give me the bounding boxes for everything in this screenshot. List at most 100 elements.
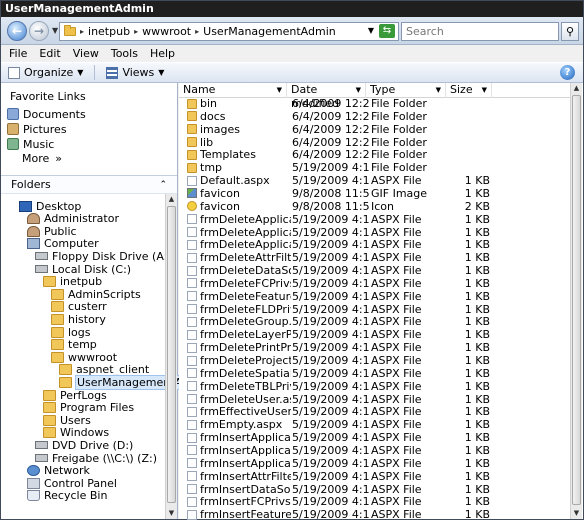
breadcrumb-inetpub[interactable]: inetpub: [88, 25, 130, 38]
file-row[interactable]: frmInsertDataSourc...5/19/2009 4:10 PMAS…: [179, 483, 570, 496]
chevron-right-icon[interactable]: ▸: [134, 27, 138, 36]
file-row[interactable]: frmEmpty.aspx 5/19/2009 4:10 PMASPX File 1…: [179, 418, 570, 431]
file-name: frmDeleteApplication...: [200, 238, 291, 252]
file-row[interactable]: frmDeleteAttrFilter.a...5/19/2009 4:10 P…: [179, 251, 570, 264]
file-row[interactable]: images 6/4/2009 12:28 AMFile Folder: [179, 123, 570, 136]
file-type: ASPX File: [371, 251, 422, 265]
favorite-documents[interactable]: Documents: [7, 107, 86, 121]
scroll-down-icon[interactable]: ▼: [572, 508, 581, 519]
column-size[interactable]: Size ▼: [446, 83, 492, 98]
file-row[interactable]: frmEffectiveUserRig...5/19/2009 4:10 PMA…: [179, 405, 570, 418]
file-row[interactable]: frmDeleteFCPrivs.aspx5/19/2009 4:10 PMAS…: [179, 277, 570, 290]
tree-item-label: Windows: [60, 426, 110, 440]
refresh-icon[interactable]: ⇆: [379, 24, 395, 38]
file-list-scrollbar[interactable]: ▲ ▼: [570, 83, 582, 519]
file-name-cell: lib: [187, 136, 291, 149]
address-bar[interactable]: ▸ inetpub ▸ wwwroot ▸ UserManagementAdmi…: [59, 22, 399, 41]
file-row[interactable]: frmDeleteLayerPrivs...5/19/2009 4:10 PMA…: [179, 328, 570, 341]
menu-view[interactable]: View: [67, 45, 105, 62]
file-name-cell: frmInsertApplication...: [187, 431, 291, 444]
file-row[interactable]: frmDeleteApplication...5/19/2009 4:10 PM…: [179, 213, 570, 226]
file-name-cell: frmDeleteDataSourc...: [187, 264, 291, 277]
file-row[interactable]: frmDeleteFeatureCla...5/19/2009 4:10 PMA…: [179, 290, 570, 303]
file-name-cell: frmInsertApplication...: [187, 444, 291, 457]
file-row[interactable]: frmDeleteGroup.aspx5/19/2009 4:10 PMASPX…: [179, 315, 570, 328]
file-row[interactable]: Templates 6/4/2009 12:28 AMFile Folder: [179, 148, 570, 161]
file-row[interactable]: frmInsertFCPrivs.aspx5/19/2009 4:10 PMAS…: [179, 495, 570, 508]
file-row[interactable]: frmDeleteFLDPrivs.a...5/19/2009 4:10 PMA…: [179, 303, 570, 316]
scroll-down-icon[interactable]: ▼: [167, 508, 176, 519]
help-icon[interactable]: ?: [560, 65, 575, 80]
file-row[interactable]: favicon 9/8/2008 11:55 AMGIF Image 1 KB: [179, 187, 570, 200]
organize-button[interactable]: Organize ▼: [1, 63, 90, 82]
file-row[interactable]: docs 6/4/2009 12:28 AMFile Folder: [179, 110, 570, 123]
search-icon[interactable]: ⚲: [561, 22, 579, 41]
chevron-down-icon[interactable]: ▼: [436, 83, 441, 97]
recent-pages-dropdown[interactable]: ▼: [52, 26, 58, 35]
tree-item-label: Computer: [44, 237, 99, 251]
more-links-button[interactable]: More »: [22, 152, 62, 165]
chevron-down-icon[interactable]: ▼: [356, 83, 361, 97]
file-row[interactable]: frmInsertApplication...5/19/2009 4:10 PM…: [179, 444, 570, 457]
tree-item-label: history: [68, 312, 106, 326]
tree-item[interactable]: Recycle Bin: [27, 489, 107, 503]
favorite-pictures[interactable]: Pictures: [7, 122, 67, 136]
address-row: ← → ▼ ▸ inetpub ▸ wwwroot ▸ UserManageme…: [1, 17, 583, 45]
forward-button[interactable]: →: [29, 21, 49, 41]
scroll-up-icon[interactable]: ▲: [572, 83, 581, 94]
file-row[interactable]: frmDeleteApplication...5/19/2009 4:10 PM…: [179, 226, 570, 239]
file-row[interactable]: frmDeletePrintProfile...5/19/2009 4:10 P…: [179, 341, 570, 354]
file-row[interactable]: frmDeleteUser.aspx5/19/2009 4:10 PMASPX …: [179, 393, 570, 406]
chevron-right-icon[interactable]: ▸: [195, 27, 199, 36]
file-size: 1 KB: [464, 174, 490, 188]
file-name: frmDeleteDataSourc...: [200, 264, 291, 278]
file-type: ASPX File: [371, 405, 422, 419]
file-name: frmDeleteFLDPrivs.a...: [200, 302, 291, 316]
file-type: File Folder: [371, 161, 427, 175]
chevron-down-icon[interactable]: ▼: [277, 83, 282, 97]
column-date-modified[interactable]: Date modified ▼: [287, 83, 366, 110]
file-row[interactable]: frmDeleteDataSourc...5/19/2009 4:10 PMAS…: [179, 264, 570, 277]
file-date: 6/4/2009 12:28 AM: [292, 122, 370, 136]
file-date: 5/19/2009 4:10 PM: [292, 508, 370, 520]
file-row[interactable]: bin 6/4/2009 12:28 AMFile Folder: [179, 97, 570, 110]
menu-edit[interactable]: Edit: [33, 45, 66, 62]
folders-header[interactable]: Folders ⌃: [1, 175, 177, 194]
chevron-up-icon[interactable]: ⌃: [159, 176, 167, 194]
file-row[interactable]: frmDeleteTBLPrivs.a...5/19/2009 4:10 PMA…: [179, 380, 570, 393]
file-row[interactable]: frmInsertApplication...5/19/2009 4:10 PM…: [179, 431, 570, 444]
folder-icon: [51, 313, 64, 325]
file-row[interactable]: tmp 5/19/2009 4:11 PMFile Folder: [179, 161, 570, 174]
file-row[interactable]: frmDeleteSpatialFilte...5/19/2009 4:10 P…: [179, 367, 570, 380]
file-row[interactable]: Default.aspx 5/19/2009 4:10 PMASPX File 1 …: [179, 174, 570, 187]
menu-tools[interactable]: Tools: [105, 45, 144, 62]
menu-file[interactable]: File: [3, 45, 33, 62]
file-row[interactable]: frmInsertApplication...5/19/2009 4:10 PM…: [179, 457, 570, 470]
file-row[interactable]: frmDeleteApplication...5/19/2009 4:10 PM…: [179, 238, 570, 251]
file-name: frmDeleteFCPrivs.aspx: [200, 276, 291, 290]
column-name[interactable]: Name ▼: [179, 83, 287, 98]
favorite-music[interactable]: Music: [7, 137, 54, 151]
scroll-up-icon[interactable]: ▲: [167, 194, 176, 205]
file-name: frmDeleteGroup.aspx: [200, 315, 291, 329]
search-input[interactable]: Search: [401, 22, 559, 41]
chevron-down-icon[interactable]: ▼: [368, 26, 374, 35]
views-button[interactable]: Views ▼: [99, 63, 171, 82]
file-row[interactable]: frmInsertAttrFilter.a...5/19/2009 4:10 P…: [179, 470, 570, 483]
chevron-down-icon[interactable]: ▼: [482, 83, 487, 97]
file-name-cell: frmDeleteUser.aspx: [187, 393, 291, 406]
chevron-right-icon[interactable]: ▸: [80, 27, 84, 36]
breadcrumb-usermanagementadmin[interactable]: UserManagementAdmin: [203, 25, 336, 38]
file-row[interactable]: frmInsertFeatureCla...5/19/2009 4:10 PMA…: [179, 508, 570, 520]
file-row[interactable]: favicon 9/8/2008 11:55 AMIcon 2 KB: [179, 200, 570, 213]
file-row[interactable]: lib 6/4/2009 12:28 AMFile Folder: [179, 136, 570, 149]
scroll-thumb[interactable]: [167, 206, 176, 503]
folder-tree-scrollbar[interactable]: ▲ ▼: [165, 194, 177, 519]
breadcrumb-wwwroot[interactable]: wwwroot: [142, 25, 191, 38]
menu-help[interactable]: Help: [144, 45, 181, 62]
file-name: frmDeleteAttrFilter.a...: [200, 251, 291, 265]
back-button[interactable]: ←: [7, 21, 27, 41]
scroll-thumb[interactable]: [572, 95, 581, 505]
file-row[interactable]: frmDeleteProjectPriv...5/19/2009 4:10 PM…: [179, 354, 570, 367]
column-type[interactable]: Type ▼: [366, 83, 446, 98]
